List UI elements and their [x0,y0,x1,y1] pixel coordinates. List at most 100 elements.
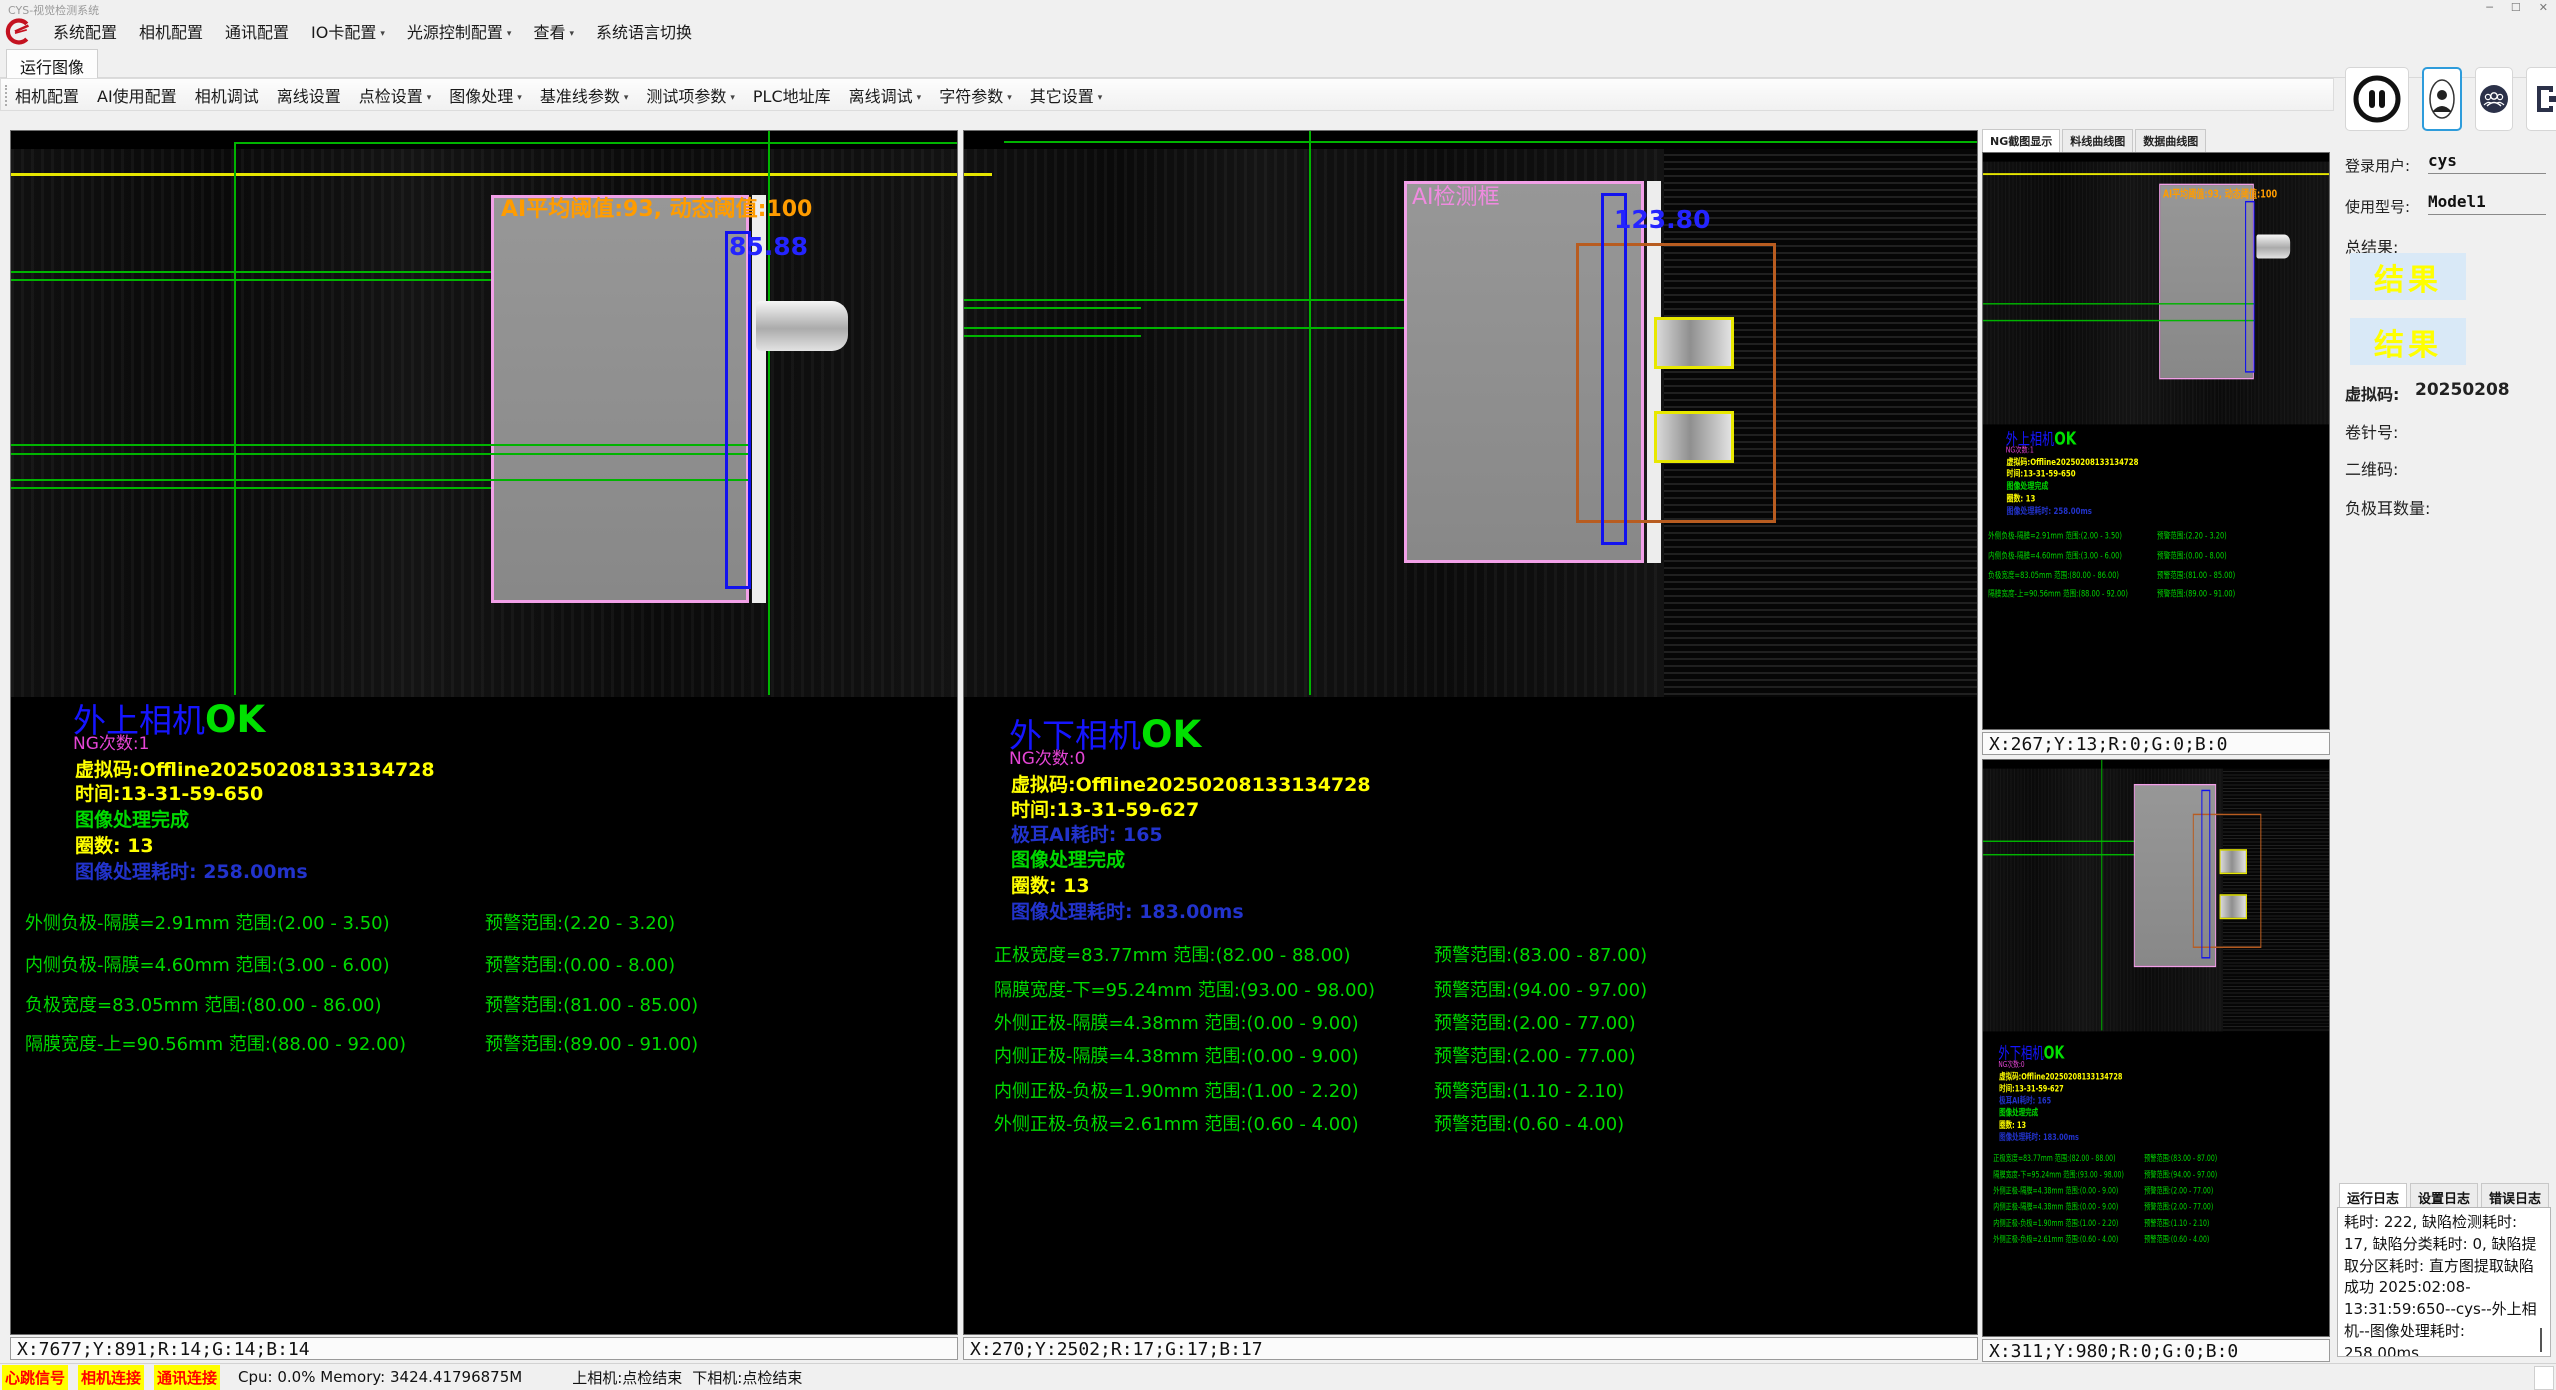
membrane-region [2159,184,2254,380]
menu-io-config[interactable]: IO卡配置▾ [311,19,385,43]
green-guide-line [1983,320,2255,321]
tab-detect-box [2220,849,2247,874]
green-guide-line [11,479,751,481]
measurement-text: 内侧正极-负极=1.90mm 范围:(1.00 - 2.20) [1993,1216,2118,1228]
tool-test-params[interactable]: 测试项参数▾ [646,83,735,107]
tool-other-settings[interactable]: 其它设置▾ [1030,83,1103,107]
upper-camera-status: 上相机:点检结束 [572,1367,682,1388]
menu-view[interactable]: 查看▾ [533,19,574,43]
exit-button[interactable] [2526,67,2556,131]
camera-view-lower[interactable]: AI检测框 123.80 外下相机OK NG次数:0 虚拟码:Offline20… [963,130,1978,1335]
warn-range-text: 预警范围:(2.20 - 3.20) [2157,529,2227,541]
menu-light-config[interactable]: 光源控制配置▾ [407,19,512,43]
menu-view-label: 查看 [533,23,565,42]
tool-offline-debug[interactable]: 离线调试▾ [849,83,922,107]
tool-char-params[interactable]: 字符参数▾ [939,83,1012,107]
virtual-code-line: 虚拟码:Offline20250208133134728 [75,761,435,780]
tool-ai-config[interactable]: AI使用配置 [97,83,177,107]
camera-connect-badge: 相机连接 [78,1365,144,1390]
app-logo-icon [4,18,31,45]
green-guide-line [11,453,751,455]
result-ok-label: OK [1141,713,1201,756]
warn-range-text: 预警范围:(83.00 - 87.00) [2144,1151,2217,1163]
elapsed-line: 图像处理耗时: 258.00ms [75,863,308,882]
tool-plc-library[interactable]: PLC地址库 [753,83,831,107]
menu-comm-config[interactable]: 通讯配置 [225,19,289,43]
tab-metal-piece [756,301,848,351]
menu-bar: 系统配置 相机配置 通讯配置 IO卡配置▾ 光源控制配置▾ 查看▾ 系统语言切换 [0,16,2556,46]
camera-title-row: 外下相机OK [1009,716,1201,753]
menu-language-switch[interactable]: 系统语言切换 [596,19,692,43]
comm-connect-badge: 通讯连接 [154,1365,220,1390]
menu-io-config-label: IO卡配置 [311,23,376,42]
tool-offline-settings[interactable]: 离线设置 [277,83,341,107]
tool-camera-debug[interactable]: 相机调试 [195,83,259,107]
ng-preview-upper[interactable]: AI平均阈值:93, 动态阈值:100 外上相机OK NG次数:1 虚拟码:Of… [1982,152,2330,730]
virtual-code-line: 虚拟码:Offline20250208133134728 [1011,776,1371,795]
ng-preview-lower[interactable]: 外下相机OK NG次数:0 虚拟码:Offline202502081331347… [1982,759,2330,1337]
process-done-line: 图像处理完成 [1011,851,1125,870]
coords-readout-preview1: X:267;Y:13;R:0;G:0;B:0 [1982,732,2330,755]
text-cursor [2540,1328,2542,1352]
close-button[interactable]: ✕ [2539,1,2548,14]
toolbar: 相机配置 AI使用配置 相机调试 离线设置 点检设置▾ 图像处理▾ 基准线参数 ▾… [0,78,2334,111]
measurement-text: 外侧正极-隔膜=4.38mm 范围:(0.00 - 9.00) [1993,1184,2118,1196]
camera-title-row: 外上相机OK [73,701,265,738]
warn-range-text: 预警范围:(89.00 - 91.00) [485,1036,698,1054]
pause-button[interactable] [2345,67,2409,131]
loop-count-line: 圈数: 13 [2006,492,2035,505]
green-guide-line [11,444,751,446]
green-guide-line [11,487,491,489]
menu-system-config[interactable]: 系统配置 [53,19,117,43]
tab-line-curve[interactable]: 料线曲线图 [2062,129,2133,152]
toolbar-grip-icon[interactable] [5,85,11,106]
warn-range-text: 预警范围:(0.00 - 8.00) [2157,549,2227,561]
tool-spot-check-label: 点检设置 [359,87,423,106]
login-user-value[interactable]: cys [2428,151,2546,174]
measurement-text: 隔膜宽度-下=95.24mm 范围:(93.00 - 98.00) [994,982,1375,1000]
elapsed-line: 图像处理耗时: 258.00ms [2006,504,2091,517]
tool-baseline-params-label: 基准线参数 [540,87,620,106]
measurement-row: 内侧负极-隔膜=4.60mm 范围:(3.00 - 6.00) 预警范围:(0.… [11,957,957,979]
tool-image-processing[interactable]: 图像处理▾ [449,83,522,107]
user-group-button[interactable] [2475,67,2513,131]
warn-range-text: 预警范围:(81.00 - 85.00) [2157,568,2235,580]
tool-camera-config[interactable]: 相机配置 [15,83,79,107]
measurement-row: 外侧正极-负极=2.61mm 范围:(0.60 - 4.00) 预警范围:(0.… [964,1116,1977,1138]
window-controls: ─ ☐ ✕ [2486,1,2548,14]
exit-door-icon [2531,82,2556,116]
loop-count-line: 圈数: 13 [75,837,154,856]
measure-value-label: 85.88 [729,234,808,259]
tool-image-processing-label: 图像处理 [449,87,513,106]
log-text-area[interactable]: 耗时: 222, 缺陷检测耗时: 17, 缺陷分类耗时: 0, 缺陷提取分区耗时… [2337,1207,2551,1357]
measurement-text: 外侧负极-隔膜=2.91mm 范围:(2.00 - 3.50) [25,915,390,933]
tab-detect-box [2220,894,2247,919]
yellow-guide-line [964,173,992,176]
ng-count-label: NG次数:1 [73,736,149,753]
time-line: 时间:13-31-59-627 [1011,801,1199,820]
measurement-text: 负极宽度=83.05mm 范围:(80.00 - 86.00) [1988,568,2119,580]
loop-count-line: 圈数: 13 [1999,1118,2026,1131]
tab-data-curve[interactable]: 数据曲线图 [2135,129,2206,152]
warn-range-text: 预警范围:(0.60 - 4.00) [1434,1116,1624,1134]
green-guide-line [234,142,236,695]
ai-threshold-label: AI平均阈值:93, 动态阈值:100 [2163,186,2277,201]
model-value[interactable]: Model1 [2428,192,2546,215]
warn-range-text: 预警范围:(94.00 - 97.00) [1434,982,1647,1000]
tool-spot-check[interactable]: 点检设置▾ [359,83,432,107]
tool-baseline-params[interactable]: 基准线参数 ▾ [540,83,629,107]
tool-test-params-label: 测试项参数 [646,87,726,106]
measurement-text: 内侧负极-隔膜=4.60mm 范围:(3.00 - 6.00) [25,957,390,975]
result-ok-label: OK [2054,428,2076,449]
minimize-button[interactable]: ─ [2486,1,2493,14]
tab-detect-box [1654,317,1734,369]
loop-count-line: 圈数: 13 [1011,877,1090,896]
maximize-button[interactable]: ☐ [2511,1,2521,14]
elapsed-line: 图像处理耗时: 183.00ms [1999,1130,2079,1143]
camera-view-upper[interactable]: AI平均阈值:93, 动态阈值:100 85.88 外上相机OK NG次数:1 … [10,130,958,1335]
tool-offline-debug-label: 离线调试 [849,87,913,106]
user-button[interactable] [2422,67,2462,131]
dropdown-arrow-icon: ▾ [624,93,629,103]
menu-camera-config[interactable]: 相机配置 [139,19,203,43]
tab-ng-capture[interactable]: NG截图显示 [1982,129,2060,152]
